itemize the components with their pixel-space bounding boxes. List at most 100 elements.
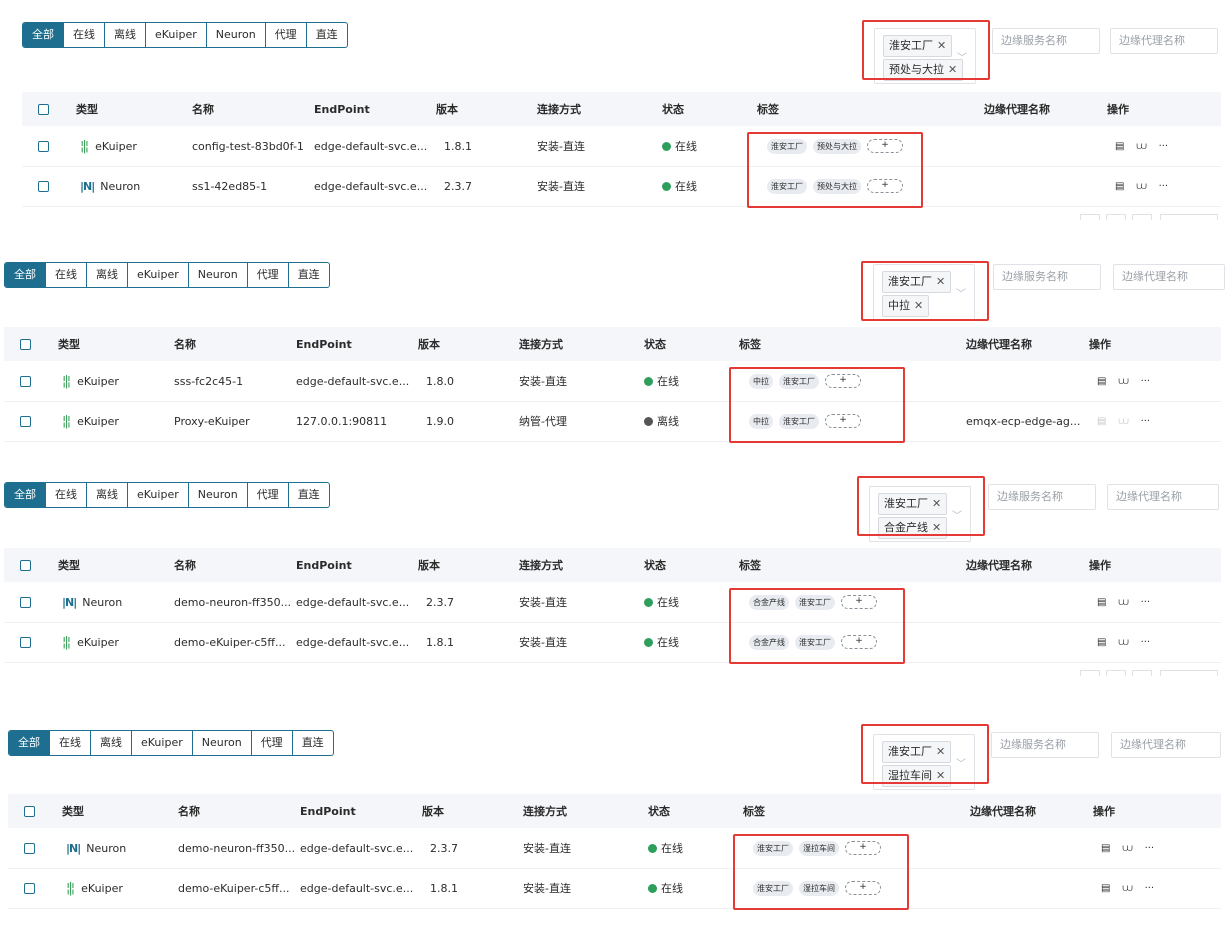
segment-6[interactable]: 直连 (287, 263, 329, 287)
more-icon[interactable]: ··· (1141, 376, 1151, 387)
panel-4: 全部 在线 离线 eKuiper Neuron 代理 直连 淮安工厂 ✕ 湿拉车间 ✕ ﹀ 边缘服务名称… (0, 724, 1231, 930)
more-icon[interactable]: ··· (1141, 637, 1151, 648)
row-checkbox[interactable] (20, 375, 31, 387)
detail-icon[interactable]: ▤ (1097, 597, 1106, 608)
pagination-control[interactable] (1160, 670, 1218, 676)
row-checkbox[interactable] (20, 636, 31, 648)
type-label: eKuiper (77, 414, 119, 428)
segment-2[interactable]: 离线 (104, 23, 145, 47)
config-icon[interactable]: ⩊ (1118, 376, 1128, 387)
config-icon[interactable]: ⩊ (1136, 181, 1146, 192)
more-icon[interactable]: ··· (1145, 883, 1155, 894)
column-header: 标签 (743, 805, 765, 818)
segment-5[interactable]: 代理 (264, 23, 306, 47)
type-cell: ¦|¦ eKuiper (62, 622, 119, 662)
segment-5[interactable]: 代理 (246, 263, 288, 287)
segment-6[interactable]: 直连 (287, 483, 329, 507)
row-checkbox[interactable] (38, 140, 49, 152)
pagination-control[interactable] (1080, 670, 1100, 676)
segment-0[interactable]: 全部 (5, 263, 45, 287)
row-checkbox[interactable] (24, 882, 35, 894)
edge-proxy-name-input[interactable]: 边缘代理名称 (1113, 264, 1225, 290)
segment-2[interactable]: 离线 (90, 731, 131, 755)
segment-4[interactable]: Neuron (205, 23, 265, 47)
row-checkbox[interactable] (20, 415, 31, 427)
config-icon[interactable]: ⩊ (1118, 416, 1128, 427)
edge-proxy-name-input[interactable]: 边缘代理名称 (1107, 484, 1219, 510)
connection-cell: 安装-直连 (519, 375, 567, 388)
table-row: ¦|¦ eKuiper demo-eKuiper-c5ff... edge-defau… (8, 868, 1221, 909)
detail-icon[interactable]: ▤ (1101, 843, 1110, 854)
segment-4[interactable]: Neuron (187, 483, 247, 507)
segment-1[interactable]: 在线 (45, 263, 86, 287)
actions-cell: ▤ ⩊ ··· (1097, 582, 1162, 622)
type-label: eKuiper (81, 881, 123, 895)
segment-6[interactable]: 直连 (305, 23, 347, 47)
segment-5[interactable]: 代理 (250, 731, 292, 755)
config-icon[interactable]: ⩊ (1136, 141, 1146, 152)
edge-proxy-name-input[interactable]: 边缘代理名称 (1111, 732, 1221, 758)
config-icon[interactable]: ⩊ (1122, 883, 1132, 894)
edge-service-name-input[interactable]: 边缘服务名称 (993, 264, 1101, 290)
more-icon[interactable]: ··· (1141, 597, 1151, 608)
segment-0[interactable]: 全部 (5, 483, 45, 507)
segment-0[interactable]: 全部 (23, 23, 63, 47)
device-table: 类型 名称 EndPoint 版本 连接方式 状态 标签 边缘代理名称 操作 ¦|¦ eKuiper… (4, 327, 1221, 443)
more-icon[interactable]: ··· (1141, 416, 1151, 427)
detail-icon[interactable]: ▤ (1115, 181, 1124, 192)
more-icon[interactable]: ··· (1145, 843, 1155, 854)
pagination-control[interactable] (1080, 214, 1100, 220)
segment-1[interactable]: 在线 (45, 483, 86, 507)
row-select-cell (20, 582, 31, 622)
select-all-checkbox[interactable] (20, 338, 31, 350)
segment-5[interactable]: 代理 (246, 483, 288, 507)
segment-3[interactable]: eKuiper (131, 731, 192, 755)
column-header: 类型 (58, 338, 80, 351)
pagination-control[interactable] (1106, 214, 1126, 220)
more-icon[interactable]: ··· (1159, 181, 1169, 192)
column-header: 版本 (418, 338, 440, 351)
row-checkbox[interactable] (38, 180, 49, 192)
segment-0[interactable]: 全部 (9, 731, 49, 755)
detail-icon[interactable]: ▤ (1101, 883, 1110, 894)
detail-icon[interactable]: ▤ (1097, 637, 1106, 648)
segment-3[interactable]: eKuiper (145, 23, 206, 47)
config-icon[interactable]: ⩊ (1122, 843, 1132, 854)
edge-service-name-input[interactable]: 边缘服务名称 (992, 28, 1100, 54)
segment-4[interactable]: Neuron (191, 731, 251, 755)
pagination-control[interactable] (1132, 214, 1152, 220)
pagination-control[interactable] (1106, 670, 1126, 676)
config-icon[interactable]: ⩊ (1118, 597, 1128, 608)
online-status-icon (644, 376, 653, 386)
select-all-checkbox[interactable] (24, 805, 35, 817)
status-cell: 在线 (662, 166, 697, 206)
highlight-box (862, 20, 990, 80)
edge-proxy-name-input[interactable]: 边缘代理名称 (1110, 28, 1218, 54)
segment-3[interactable]: eKuiper (127, 263, 188, 287)
segment-2[interactable]: 离线 (86, 483, 127, 507)
segment-2[interactable]: 离线 (86, 263, 127, 287)
segment-1[interactable]: 在线 (49, 731, 90, 755)
select-all-checkbox[interactable] (38, 103, 49, 115)
detail-icon[interactable]: ▤ (1097, 416, 1106, 427)
edge-service-name-input[interactable]: 边缘服务名称 (988, 484, 1096, 510)
pagination-control[interactable] (1132, 670, 1152, 676)
config-icon[interactable]: ⩊ (1118, 637, 1128, 648)
table-row: |N| Neuron demo-neuron-ff350... edge-defaul… (8, 828, 1221, 869)
select-all-checkbox[interactable] (20, 559, 31, 571)
ekuiper-logo-icon: ¦|¦ (80, 138, 89, 154)
segment-6[interactable]: 直连 (291, 731, 333, 755)
detail-icon[interactable]: ▤ (1115, 141, 1124, 152)
segment-4[interactable]: Neuron (187, 263, 247, 287)
segment-1[interactable]: 在线 (63, 23, 104, 47)
column-header: 操作 (1107, 103, 1129, 116)
edge-service-name-input[interactable]: 边缘服务名称 (991, 732, 1099, 758)
column-header: 类型 (58, 559, 80, 572)
table-header: 类型 名称 EndPoint 版本 连接方式 状态 标签 边缘代理名称 操作 (22, 92, 1221, 126)
pagination-control[interactable] (1160, 214, 1218, 220)
detail-icon[interactable]: ▤ (1097, 376, 1106, 387)
row-checkbox[interactable] (24, 842, 35, 854)
segment-3[interactable]: eKuiper (127, 483, 188, 507)
more-icon[interactable]: ··· (1159, 141, 1169, 152)
row-checkbox[interactable] (20, 596, 31, 608)
